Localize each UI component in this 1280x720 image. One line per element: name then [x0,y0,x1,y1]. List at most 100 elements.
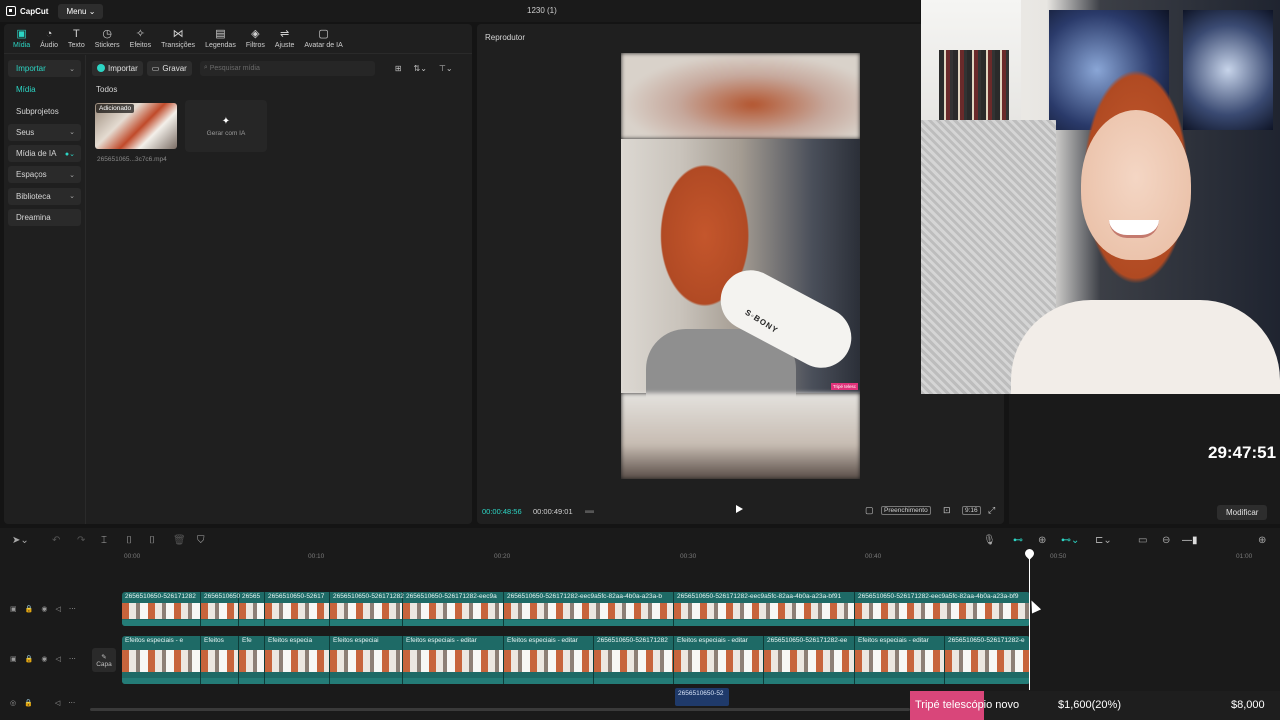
sidebar-item-label: Dreamina [16,213,51,223]
sidebar-item-seus[interactable]: Seus ⌄ [8,123,81,141]
tab-adjust[interactable]: ⇌ Ajuste [270,24,299,53]
playhead[interactable] [1029,550,1030,690]
sidebar-item-midia-ia[interactable]: Mídia de IA ●⌄ [8,145,81,163]
tab-audio[interactable]: ◔ Áudio [35,24,63,53]
record-button[interactable]: ▭ Gravar [146,60,192,76]
more-icon[interactable]: ⋯ [68,699,75,707]
lock-icon[interactable]: 🔒 [25,605,34,613]
timeline-clip[interactable]: 2656510650-526171282-e [945,636,1030,684]
sidebar-item-espacos[interactable]: Espaços ⌄ [8,166,81,184]
timeline-clip[interactable]: 2656510650-52617 [265,592,330,626]
timeline-clip[interactable]: 2656510650-526171282-ee [764,636,855,684]
menu-button[interactable]: Menu ⌄ [58,3,104,19]
tab-media[interactable]: ▣ Mídia [8,24,35,53]
timeline-clip[interactable]: Efeitos especiais - e [122,636,201,684]
trim-left-icon[interactable]: ⌷ [126,535,132,546]
magnet-icon[interactable]: ⊕ [1038,535,1046,546]
timeline-clip[interactable]: 2656510650-526171282 [122,592,201,626]
timeline-clip[interactable]: Efeitos especiais - editar [504,636,594,684]
redo-icon[interactable]: ↷ [77,535,85,546]
aspect-ratio-button[interactable]: 9:16 [962,506,981,515]
tab-filters[interactable]: ◈ Filtros [241,24,270,53]
zoom-fit-icon[interactable]: ⊕ [1258,535,1266,546]
lock-icon[interactable]: 🔒 [24,699,33,707]
timeline-clip[interactable]: Efeitos especiais - editar [855,636,945,684]
timeline-marker-icon[interactable]: ▬ [585,505,594,515]
microphone-icon[interactable]: 🎙 [983,535,996,546]
sidebar-item-subprojetos[interactable]: Subprojetos [8,103,81,120]
delete-icon[interactable]: 🗑 [173,535,186,546]
timeline-clip[interactable]: 2656510650-526171282 [594,636,674,684]
clip-base [674,620,854,626]
media-thumbnail[interactable]: Adicionado [95,103,177,149]
select-tool-icon[interactable]: ➤⌄ [12,535,29,546]
track-toggle-icon[interactable]: ▣ [10,655,17,663]
ruler-label: 00:20 [494,553,511,560]
tab-stickers[interactable]: ◷ Stickers [90,24,125,53]
timeline-scrollbar[interactable] [90,708,910,711]
eye-icon[interactable]: ◉ [41,655,47,663]
sidebar-item-midia[interactable]: Mídia [8,81,81,98]
sidebar-item-dreamina[interactable]: Dreamina [8,209,81,227]
crop-icon[interactable]: ▢ [865,505,874,516]
search-input[interactable]: ⌕ Pesquisar mídia [199,60,375,76]
tab-avatar[interactable]: ▢ Avatar de IA [299,24,347,53]
snap-icon[interactable]: ⊷⌄ [1061,535,1079,546]
timeline-clip[interactable]: 2656510650 [201,592,240,626]
more-icon[interactable]: ⋯ [69,605,76,613]
timeline-clip[interactable]: Efeitos especiais - editar [674,636,764,684]
timeline-clip[interactable]: Efeitos especiai [330,636,403,684]
screenshot-icon[interactable]: ⊡ [943,505,951,516]
ruler-label: 01:00 [1236,553,1253,560]
more-icon[interactable]: ⋯ [69,655,76,663]
cover-button[interactable]: ✎ Capa [92,648,116,672]
timeline-clip[interactable]: 2656510650-526171282 [330,592,404,626]
track-toggle-icon[interactable]: ▣ [10,605,17,613]
filter-icon[interactable]: ⊤⌄ [439,64,453,73]
sidebar-item-importar[interactable]: Importar ⌄ [8,60,81,77]
zoom-out-icon[interactable]: ⊖ [1162,535,1170,546]
timeline-clip[interactable]: Efeitos especiais - editar [403,636,504,684]
zoom-slider[interactable]: —▮ [1182,535,1198,546]
volume-icon[interactable]: ◁ [55,655,60,663]
fullscreen-icon[interactable]: ⤢ [988,505,995,516]
timeline-clip[interactable]: Efeitos [201,636,239,684]
timeline-clip[interactable]: Efeitos especia [265,636,330,684]
timeline-clip[interactable]: 26565 [239,592,265,626]
link-icon[interactable]: ⊷ [1013,535,1023,546]
timeline-clip[interactable]: 2656510650-526171282-eec9a5fc-82aa-4b0a-… [855,592,1030,626]
volume-icon[interactable]: ◁ [55,605,60,613]
preview-axis-icon[interactable]: ⊏⌄ [1095,535,1112,546]
tab-captions[interactable]: ▤ Legendas [200,24,241,53]
lock-icon[interactable]: 🔒 [25,655,34,663]
timeline-clip[interactable]: 2656510650-526171282-eec9a [403,592,504,626]
tab-transitions[interactable]: ⋈ Transições [156,24,200,53]
grid-view-icon[interactable]: ⊞ [395,64,402,73]
split-icon[interactable]: ⌶ [101,535,107,546]
undo-icon[interactable]: ↶ [52,535,60,546]
play-button[interactable] [736,505,743,513]
fill-mode-button[interactable]: Preenchimento [881,506,931,515]
sort-icon[interactable]: ⇅⌄ [414,64,427,73]
caption-icon[interactable]: ▭ [1138,535,1147,546]
timeline-clip[interactable]: Efe [239,636,265,684]
generate-ai-button[interactable]: ✦ Gerar com IA [185,100,267,152]
import-button[interactable]: Importar [92,60,143,76]
shield-icon[interactable]: ⛉ [197,535,205,546]
sidebar-item-biblioteca[interactable]: Biblioteca ⌄ [8,187,81,205]
volume-icon[interactable]: ◁ [55,699,60,707]
timeline-clip[interactable]: 2656510650-526171282-eec9a5fc-82aa-4b0a-… [674,592,855,626]
audio-clip[interactable]: 2656510650-52 [675,688,729,706]
tab-text[interactable]: T Texto [63,24,90,53]
tab-effects[interactable]: ✧ Efeitos [125,24,156,53]
clip-frames [674,603,854,619]
clip-base [201,620,238,626]
trim-right-icon[interactable]: ⌷ [149,535,155,546]
eye-icon[interactable]: ◉ [41,605,47,613]
modify-button[interactable]: Modificar [1217,505,1268,520]
clip-label: 2656510650-526171282-eec9a [406,593,497,600]
video-preview[interactable]: S◦BONY Tripé telesc [621,53,860,479]
audio-track-icon[interactable]: ◎ [10,699,16,707]
tab-label: Avatar de IA [304,41,343,49]
timeline-clip[interactable]: 2656510650-526171282-eec9a5fc-82aa-4b0a-… [504,592,674,626]
